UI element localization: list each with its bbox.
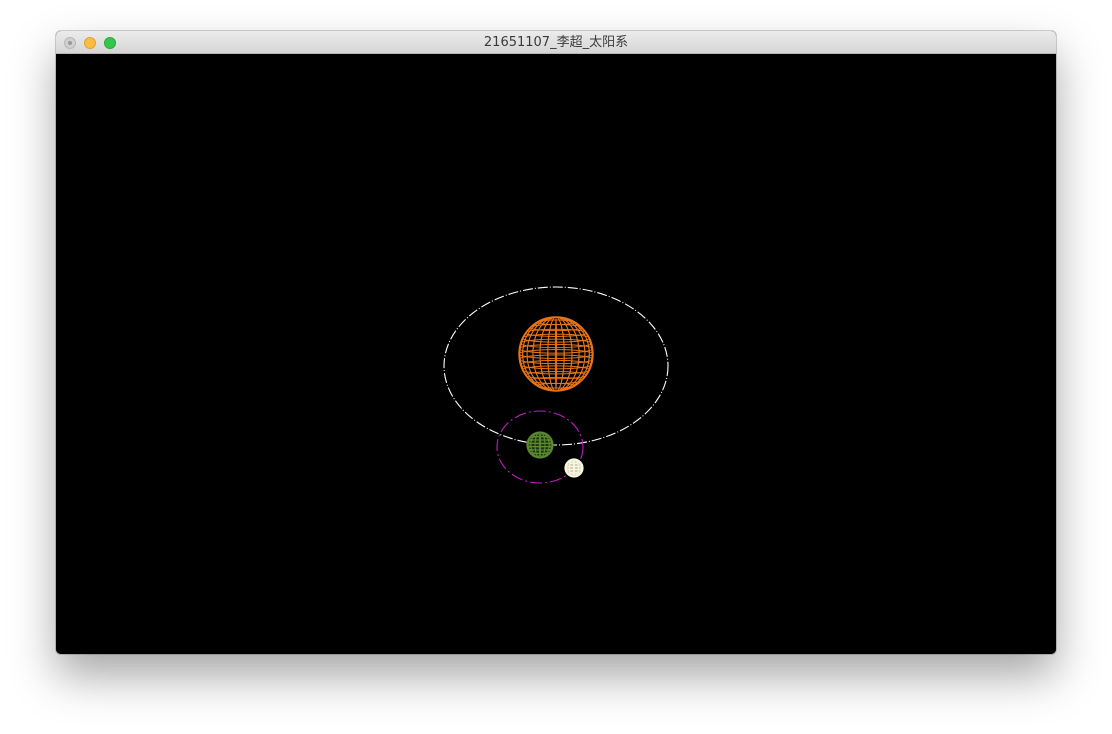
- sun-latitude-line: [522, 333, 590, 343]
- render-canvas[interactable]: [56, 54, 1056, 654]
- sun-longitude-line: [519, 317, 593, 391]
- solar-system-scene: [443, 286, 669, 484]
- sun-longitude-line: [554, 317, 558, 391]
- sun-latitude-line: [519, 343, 593, 354]
- sun-latitude-line: [519, 354, 593, 365]
- title-bar[interactable]: 21651107_李超_太阳系: [56, 31, 1056, 54]
- sun-sphere: [518, 316, 594, 392]
- sun-longitude-line: [539, 317, 573, 391]
- app-window: 21651107_李超_太阳系: [56, 31, 1056, 654]
- window-title: 21651107_李超_太阳系: [483, 35, 629, 50]
- sun-longitude-line: [526, 317, 586, 391]
- earth-sphere: [526, 431, 554, 459]
- sun-latitude-line: [520, 338, 592, 349]
- moon-sphere: [564, 458, 584, 478]
- sun-latitude-line: [519, 349, 593, 359]
- sun-longitude-line: [547, 317, 565, 391]
